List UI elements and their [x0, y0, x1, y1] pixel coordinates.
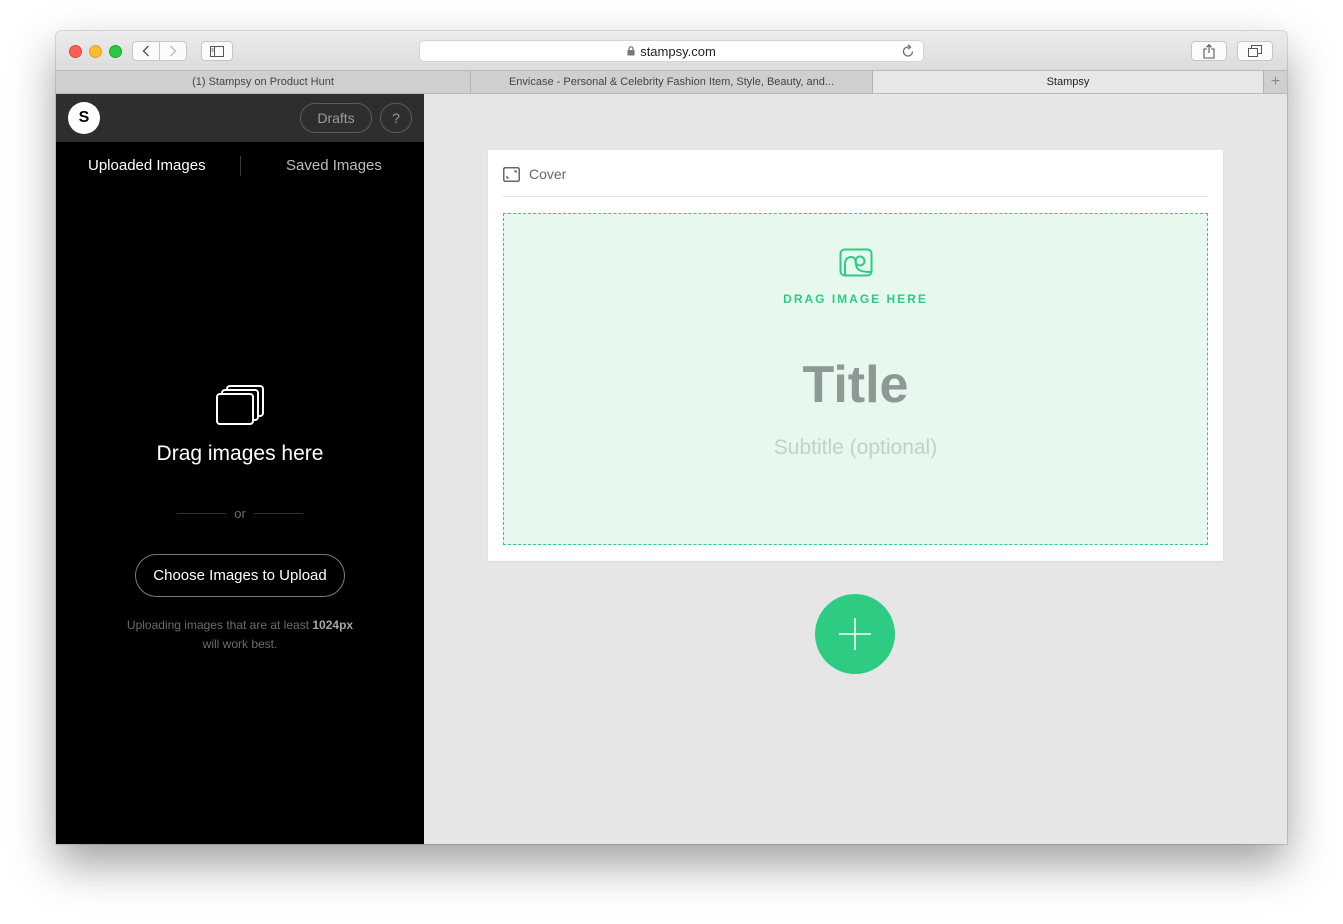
browser-tab[interactable]: (1) Stampsy on Product Hunt [56, 71, 471, 93]
photo-icon [839, 248, 873, 283]
history-nav [132, 41, 187, 61]
show-sidebar-button[interactable] [201, 41, 233, 61]
new-tab-button[interactable]: + [1264, 71, 1287, 93]
address-bar[interactable]: stampsy.com [419, 40, 924, 62]
plus-icon [839, 618, 871, 650]
browser-tab-active[interactable]: Stampsy [873, 71, 1264, 93]
or-label: or [234, 505, 246, 521]
card-label: Cover [529, 166, 567, 182]
or-separator: or [177, 504, 303, 522]
tab-uploaded-images[interactable]: Uploaded Images [88, 157, 206, 174]
forward-button[interactable] [159, 42, 186, 60]
url-text: stampsy.com [640, 43, 716, 59]
title-field[interactable]: Title [504, 355, 1207, 415]
browser-tab-bar: (1) Stampsy on Product Hunt Envicase - P… [56, 70, 1287, 94]
help-button[interactable]: ? [380, 103, 412, 133]
app-header: S Drafts ? [56, 94, 424, 142]
browser-window: stampsy.com (1) Stampsy on Product Hunt … [56, 31, 1287, 844]
sidebar-icon [210, 45, 224, 57]
image-library-panel: S Drafts ? Uploaded Images Saved Images … [56, 94, 424, 844]
chevron-left-icon [142, 45, 149, 57]
hint-suffix: will work best. [202, 637, 278, 651]
choose-images-button[interactable]: Choose Images to Upload [135, 554, 345, 597]
drag-image-caption: DRAG IMAGE HERE [783, 292, 928, 306]
image-stack-icon [215, 384, 265, 433]
tabs-overview-icon [1248, 45, 1262, 57]
hint-size: 1024px [312, 618, 354, 632]
close-window-button[interactable] [69, 45, 82, 58]
card-divider [503, 196, 1208, 197]
reload-icon[interactable] [902, 44, 915, 58]
card-header: Cover [503, 165, 566, 183]
drop-title: Drag images here [156, 442, 324, 465]
lock-icon [627, 46, 635, 56]
stampsy-logo[interactable]: S [68, 102, 100, 134]
share-icon [1203, 43, 1215, 59]
browser-toolbar: stampsy.com [56, 31, 1287, 70]
add-block-button[interactable] [815, 594, 895, 674]
drafts-button[interactable]: Drafts [300, 103, 372, 133]
upload-hint: Uploading images that are at least 1024p… [96, 616, 384, 654]
zoom-window-button[interactable] [109, 45, 122, 58]
hint-prefix: Uploading images that are at least [126, 618, 313, 632]
cover-frame-icon [503, 166, 520, 182]
cover-card: Cover DRAG IMAGE HERE Title Subtitle (op… [488, 150, 1223, 561]
tab-saved-images[interactable]: Saved Images [286, 157, 382, 174]
browser-tab[interactable]: Envicase - Personal & Celebrity Fashion … [471, 71, 873, 93]
back-button[interactable] [133, 42, 159, 60]
share-button[interactable] [1191, 41, 1227, 61]
tab-divider [240, 156, 241, 176]
chevron-right-icon [170, 45, 177, 57]
cover-dropzone[interactable]: DRAG IMAGE HERE Title Subtitle (optional… [503, 213, 1208, 545]
minimize-window-button[interactable] [89, 45, 102, 58]
subtitle-field[interactable]: Subtitle (optional) [504, 436, 1207, 460]
show-all-tabs-button[interactable] [1237, 41, 1273, 61]
